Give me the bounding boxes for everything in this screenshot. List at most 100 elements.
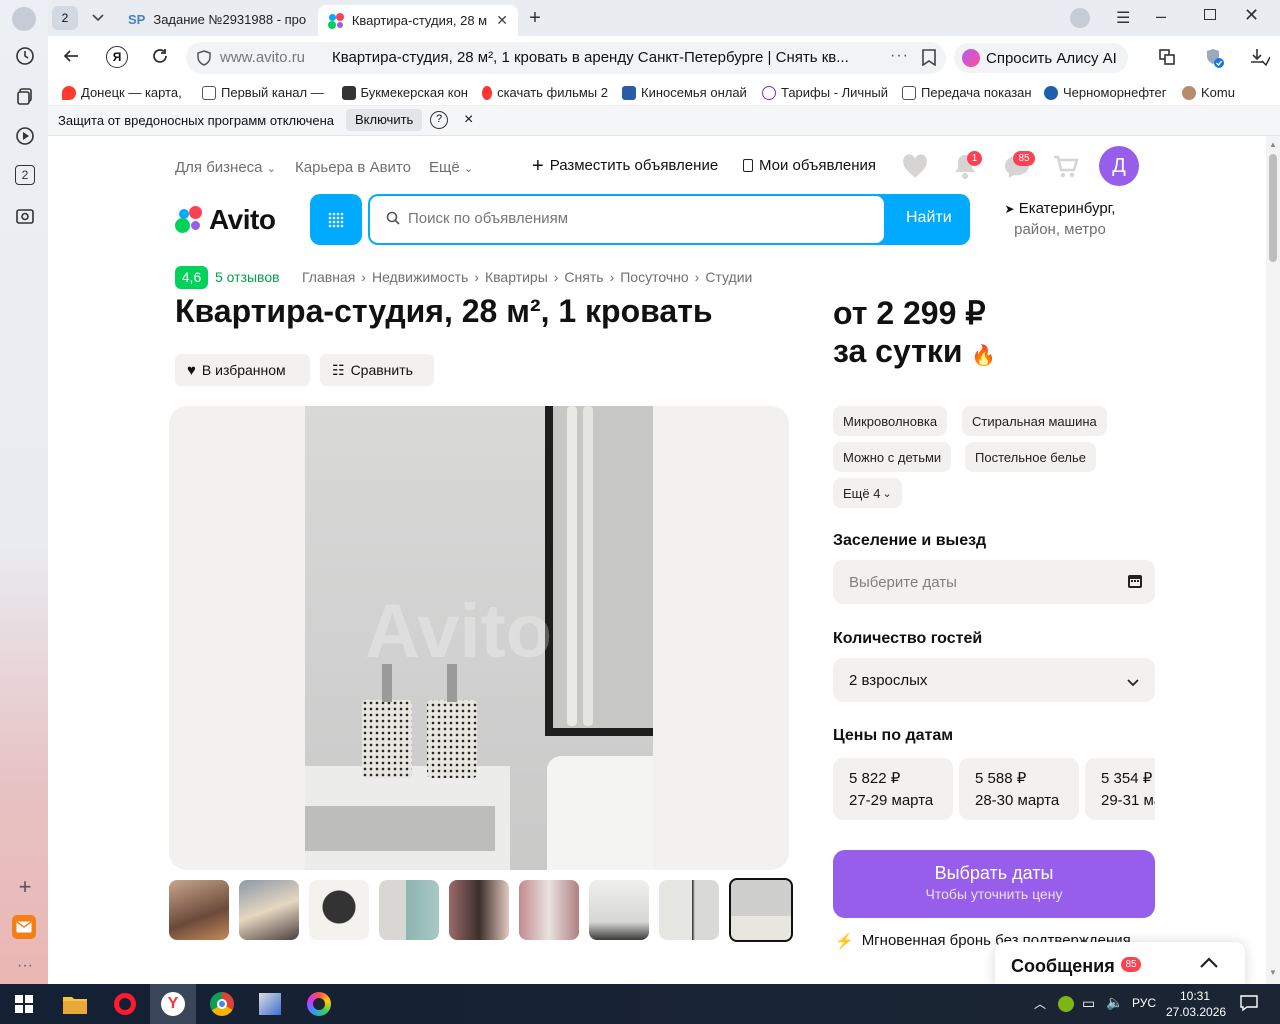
favorites-icon[interactable] — [901, 153, 929, 182]
photo-thumbnail[interactable] — [659, 880, 719, 940]
opera-icon[interactable] — [110, 989, 140, 1019]
messages-widget[interactable]: Сообщения 85 — [995, 942, 1245, 984]
scrollbar-thumb[interactable] — [1269, 154, 1277, 262]
tab-list-chevron-icon[interactable] — [86, 6, 110, 30]
select-dates-button[interactable]: Выбрать даты Чтобы уточнить цену — [833, 850, 1155, 918]
cart-icon[interactable] — [1053, 154, 1079, 183]
add-panel-icon[interactable]: + — [14, 874, 36, 899]
page-scrollbar[interactable]: ▲ ▼ — [1266, 136, 1280, 984]
tray-chevron-icon[interactable]: ︿ — [1034, 995, 1046, 1012]
photo-thumbnail-selected[interactable] — [729, 878, 793, 942]
photo-thumbnail[interactable] — [449, 880, 509, 940]
back-icon[interactable] — [62, 47, 80, 68]
help-icon[interactable]: ? — [430, 111, 448, 129]
chevron-up-icon[interactable] — [1200, 956, 1218, 972]
minimize-icon[interactable]: – — [1156, 6, 1166, 27]
clock[interactable]: 10:31 27.03.2026 — [1166, 988, 1226, 1020]
date-price-card[interactable]: 5 588 ₽28-30 марта — [959, 758, 1079, 820]
play-icon[interactable] — [14, 125, 36, 147]
close-window-icon[interactable]: ✕ — [1244, 5, 1259, 26]
bookmark-item[interactable]: Komu — [1182, 85, 1252, 100]
photo-thumbnail[interactable] — [519, 880, 579, 940]
language-indicator[interactable]: РУС — [1132, 996, 1156, 1010]
bookmark-item[interactable]: скачать фильмы 2 — [482, 85, 608, 100]
mail-icon[interactable] — [12, 915, 36, 939]
more-link[interactable]: Ещё ⌄ — [429, 159, 473, 176]
new-tab-icon[interactable]: + — [524, 7, 546, 29]
downloads-icon[interactable] — [1248, 47, 1271, 72]
yandex-browser-icon[interactable]: Y — [150, 984, 196, 1024]
location-selector[interactable]: ➤ Екатеринбург, район, метро — [1000, 200, 1120, 238]
more-amenities-button[interactable]: Ещё 4 ⌄ — [833, 478, 902, 508]
breadcrumb-item[interactable]: Квартиры — [485, 269, 548, 285]
reload-icon[interactable] — [151, 47, 169, 68]
app-ring-icon[interactable] — [304, 989, 334, 1019]
screenshot-icon[interactable] — [14, 205, 36, 227]
network-icon[interactable]: ▭ — [1082, 995, 1095, 1012]
breadcrumb-item[interactable]: Снять — [564, 269, 603, 285]
bookmark-item[interactable]: Букмекерская кон — [342, 85, 468, 100]
photo-thumbnail[interactable] — [169, 880, 229, 940]
alice-button[interactable]: Спросить Алису AI — [954, 43, 1128, 73]
menu-icon[interactable]: ☰ — [1116, 8, 1130, 28]
post-ad-link[interactable]: + Разместить объявление — [532, 156, 718, 176]
photo-thumbnail[interactable] — [589, 880, 649, 940]
notification-center-icon[interactable] — [1240, 994, 1258, 1015]
favorite-button[interactable]: ♥ В избранном — [175, 354, 310, 386]
enable-protection-button[interactable]: Включить — [346, 109, 423, 131]
bookmark-item[interactable]: Донецк — карта, — [62, 85, 188, 100]
photo-gallery[interactable]: Avito — [169, 406, 789, 870]
photo-thumbnail[interactable] — [309, 880, 369, 940]
yandex-icon[interactable]: Я — [106, 46, 128, 68]
app-icon[interactable] — [255, 989, 285, 1019]
volume-icon[interactable]: 🔈 — [1106, 994, 1123, 1011]
reviews-link[interactable]: 5 отзывов — [215, 269, 280, 285]
business-link[interactable]: Для бизнеса ⌄ — [175, 159, 276, 176]
my-ads-link[interactable]: Мои объявления — [743, 157, 876, 174]
avito-logo[interactable]: Avito — [175, 204, 276, 236]
shield-icon[interactable] — [196, 50, 212, 69]
tab-zadanie[interactable]: SP Задание №2931988 - про — [118, 5, 314, 33]
breadcrumb-item[interactable]: Недвижимость — [372, 269, 468, 285]
history-icon[interactable] — [14, 45, 36, 67]
windows-start-icon[interactable] — [9, 989, 39, 1019]
profile-icon[interactable] — [12, 7, 36, 31]
close-protection-icon[interactable]: × — [464, 111, 473, 129]
page-menu-icon[interactable]: ··· — [890, 47, 909, 65]
date-price-card[interactable]: 5 354 ₽29-31 марта — [1085, 758, 1155, 820]
bookmark-item[interactable]: Передача показан — [902, 85, 1032, 100]
breadcrumb-item[interactable]: Главная — [302, 269, 355, 285]
extensions-icon[interactable] — [1158, 48, 1176, 69]
catalog-button[interactable] — [310, 194, 362, 245]
photo-thumbnail[interactable] — [239, 880, 299, 940]
search-input[interactable]: Поиск по объявлениям — [370, 196, 884, 243]
career-link[interactable]: Карьера в Авито — [295, 159, 411, 176]
address-bar[interactable]: www.avito.ru Квартира-студия, 28 м², 1 к… — [186, 42, 946, 74]
tray-app-icon[interactable] — [1058, 996, 1074, 1012]
close-tab-icon[interactable]: ✕ — [496, 12, 508, 29]
tab-count-button[interactable]: 2 — [52, 6, 78, 30]
counter-badge[interactable]: 2 — [15, 165, 35, 185]
bookmark-item[interactable]: Киносемья онлай — [622, 85, 748, 100]
tab-avito[interactable]: Квартира-студия, 28 м ✕ — [318, 5, 518, 36]
more-icon[interactable]: ··· — [14, 955, 36, 977]
bookmark-item[interactable]: Тарифы - Личный — [762, 85, 888, 100]
file-explorer-icon[interactable] — [60, 989, 90, 1019]
guests-select[interactable]: 2 взрослых — [833, 658, 1155, 702]
dates-field[interactable]: Выберите даты — [833, 560, 1155, 604]
bookmark-item[interactable]: Черноморнефтег — [1044, 85, 1170, 100]
breadcrumb-item[interactable]: Посуточно — [620, 269, 688, 285]
photo-thumbnail[interactable] — [379, 880, 439, 940]
account-icon[interactable] — [1070, 8, 1090, 28]
date-price-card[interactable]: 5 822 ₽27-29 марта — [833, 758, 953, 820]
avatar[interactable]: Д — [1099, 146, 1139, 186]
bookmark-icon[interactable] — [922, 49, 936, 69]
chrome-icon[interactable] — [207, 989, 237, 1019]
restore-icon[interactable] — [1204, 9, 1216, 20]
bookmark-item[interactable]: Первый канал — — [202, 85, 328, 100]
collections-icon[interactable] — [14, 85, 36, 107]
protect-extension-icon[interactable] — [1204, 47, 1226, 69]
search-button[interactable]: Найти — [906, 209, 952, 227]
breadcrumb-item[interactable]: Студии — [705, 269, 752, 285]
compare-button[interactable]: ☷ Сравнить — [320, 354, 434, 386]
